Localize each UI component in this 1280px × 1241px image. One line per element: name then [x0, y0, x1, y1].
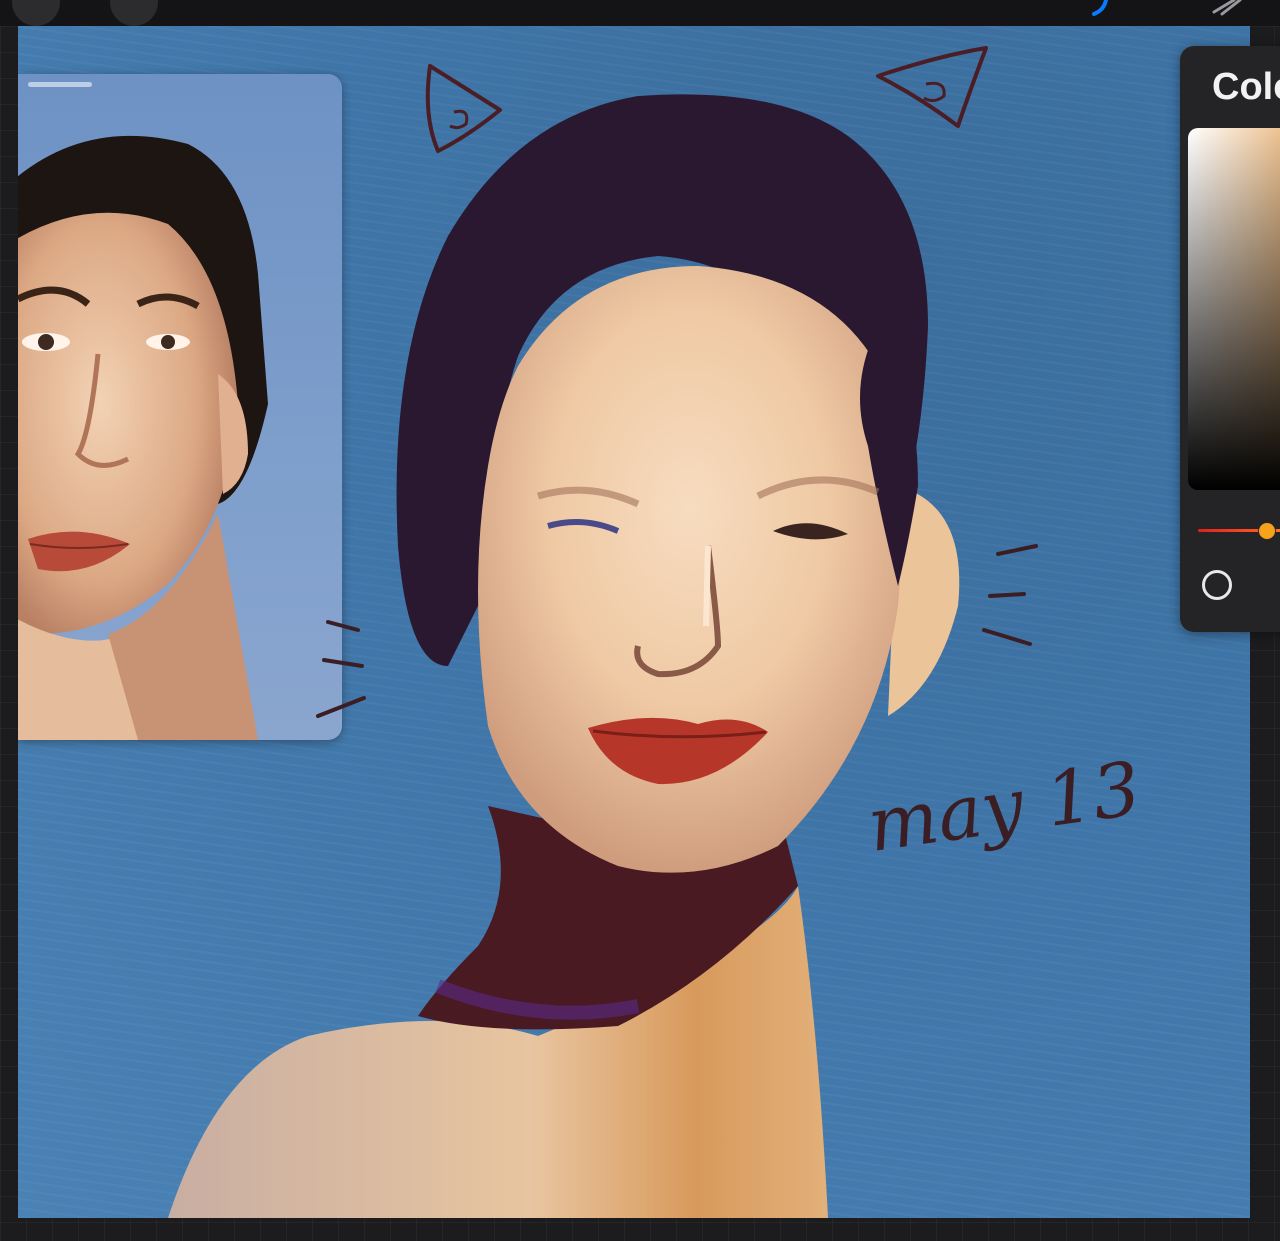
- brush-icon[interactable]: [1084, 0, 1114, 18]
- color-picker-square[interactable]: [1188, 128, 1280, 490]
- signature-text: may 13: [862, 746, 1145, 869]
- hue-slider-knob[interactable]: [1258, 522, 1276, 540]
- smudge-icon[interactable]: [1200, 0, 1244, 18]
- adjustments-icon[interactable]: [110, 0, 158, 26]
- painting: may 13: [168, 46, 1145, 1218]
- current-color-swatch[interactable]: [1202, 570, 1232, 600]
- gallery-icon[interactable]: [12, 0, 60, 26]
- drawing-canvas[interactable]: may 13: [18, 26, 1250, 1218]
- color-panel[interactable]: Colo: [1180, 46, 1280, 632]
- color-panel-title: Colo: [1212, 66, 1280, 108]
- top-toolbar: [0, 0, 1280, 26]
